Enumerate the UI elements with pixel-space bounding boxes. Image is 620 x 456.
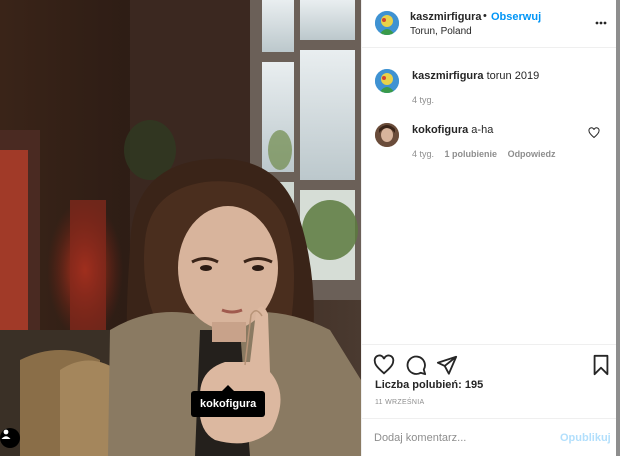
caption-author-avatar-image — [375, 69, 399, 93]
photo-user-tag-label: kokofigura — [200, 398, 257, 410]
comment-likes-count[interactable]: 1 polubienie — [445, 149, 498, 159]
photo-user-tag[interactable]: kokofigura — [191, 385, 266, 417]
paper-plane-icon[interactable] — [436, 354, 458, 376]
add-comment-input[interactable] — [374, 429, 554, 447]
post-side-panel: kaszmirfigura • Obserwuj Torun, Poland k… — [361, 0, 617, 456]
author-username[interactable]: kaszmirfigura — [410, 11, 482, 23]
post-photo-image — [0, 0, 361, 456]
follow-separator: • — [483, 10, 487, 22]
commenter-avatar-image — [375, 123, 399, 147]
comment-timestamp[interactable]: 4 tyg. — [412, 149, 434, 159]
post-date[interactable]: 11 WRZEŚNIA — [375, 399, 424, 406]
user-tag-icon — [1, 429, 11, 439]
commenter-avatar[interactable] — [375, 123, 399, 147]
caption-timestamp[interactable]: 4 tyg. — [412, 95, 434, 105]
caption-username[interactable]: kaszmirfigura — [412, 70, 484, 82]
add-comment-box: Opublikuj — [362, 418, 617, 456]
window-edge — [616, 0, 620, 456]
likes-count[interactable]: Liczba polubień: 195 — [375, 379, 483, 391]
post-location[interactable]: Torun, Poland — [410, 26, 472, 37]
heart-icon[interactable] — [373, 354, 395, 376]
comment-reply-button[interactable]: Odpowiedz — [508, 149, 556, 159]
author-avatar-image — [375, 11, 399, 35]
caption-text-line: kaszmirfigura torun 2019 — [412, 70, 539, 82]
post-photo[interactable]: kokofigura — [0, 0, 361, 456]
post-actions: Liczba polubień: 195 11 WRZEŚNIA — [362, 344, 617, 414]
follow-button[interactable]: Obserwuj — [491, 11, 541, 23]
more-options-icon[interactable] — [595, 16, 607, 30]
comment-text: a-ha — [471, 124, 494, 136]
comment-text-line: kokofigura a-ha — [412, 124, 493, 136]
caption-text: torun 2019 — [486, 70, 540, 82]
author-avatar[interactable] — [375, 11, 399, 35]
comment-like-heart-icon[interactable] — [588, 127, 600, 139]
publish-comment-button[interactable]: Opublikuj — [560, 432, 611, 444]
user-tags-button[interactable] — [0, 428, 20, 448]
caption-author-avatar[interactable] — [375, 69, 399, 93]
comment-meta: 4 tyg. 1 polubienie Odpowiedz — [412, 149, 564, 159]
post-header: kaszmirfigura • Obserwuj Torun, Poland — [362, 0, 617, 48]
bookmark-icon[interactable] — [590, 354, 612, 376]
comment-username[interactable]: kokofigura — [412, 124, 468, 136]
comment-bubble-icon[interactable] — [405, 354, 427, 376]
